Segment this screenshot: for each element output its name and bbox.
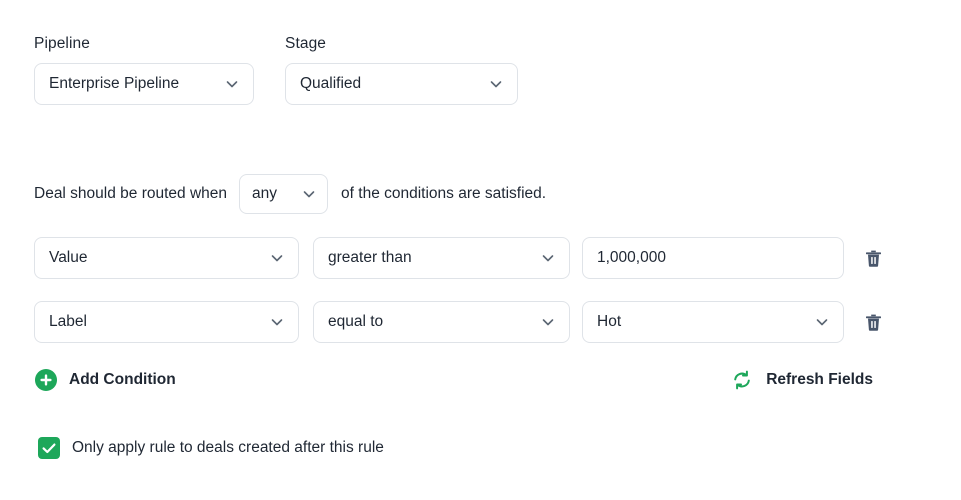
chevron-down-icon xyxy=(540,314,556,330)
condition-value-text: Hot xyxy=(597,313,622,330)
condition-operator-select[interactable]: equal to xyxy=(313,301,570,343)
chevron-down-icon xyxy=(814,314,830,330)
refresh-fields-label: Refresh Fields xyxy=(766,371,873,388)
condition-value-input[interactable]: 1,000,000 xyxy=(582,237,844,279)
condition-field-select[interactable]: Label xyxy=(34,301,299,343)
pipeline-select-value: Enterprise Pipeline xyxy=(49,75,180,92)
trash-icon xyxy=(865,249,882,268)
trash-icon xyxy=(865,313,882,332)
chevron-down-icon xyxy=(269,314,285,330)
condition-row: Value greater than 1,000,000 xyxy=(34,237,927,279)
chevron-down-icon xyxy=(269,250,285,266)
add-condition-button[interactable]: Add Condition xyxy=(34,368,176,392)
condition-value-text: 1,000,000 xyxy=(597,249,666,266)
pipeline-label: Pipeline xyxy=(34,35,90,52)
match-type-select-value: any xyxy=(252,185,278,202)
apply-to-new-deals-checkbox[interactable] xyxy=(38,437,60,459)
plus-circle-icon xyxy=(34,368,58,392)
condition-row: Label equal to Hot xyxy=(34,301,927,343)
stage-select[interactable]: Qualified xyxy=(285,63,518,105)
condition-field-select[interactable]: Value xyxy=(34,237,299,279)
condition-operator-value: equal to xyxy=(328,313,384,330)
condition-field-value: Value xyxy=(49,249,88,266)
apply-to-new-deals-label: Only apply rule to deals created after t… xyxy=(72,439,384,456)
pipeline-field-group: Pipeline Enterprise Pipeline xyxy=(34,34,254,105)
check-icon xyxy=(38,437,60,459)
chevron-down-icon xyxy=(301,186,317,202)
condition-value-select[interactable]: Hot xyxy=(582,301,844,343)
chevron-down-icon xyxy=(224,76,240,92)
condition-list: Value greater than 1,000,000 Label equal… xyxy=(34,237,927,343)
condition-actions-row: Add Condition Refresh Fields xyxy=(34,368,873,392)
delete-condition-button[interactable] xyxy=(862,246,884,270)
match-type-select[interactable]: any xyxy=(239,174,329,214)
condition-operator-select[interactable]: greater than xyxy=(313,237,570,279)
add-condition-label: Add Condition xyxy=(69,371,176,388)
condition-field-value: Label xyxy=(49,313,87,330)
rule-sentence-text-after: of the conditions are satisfied. xyxy=(341,185,547,202)
pipeline-select[interactable]: Enterprise Pipeline xyxy=(34,63,254,105)
rule-sentence: Deal should be routed when any of the co… xyxy=(34,174,546,214)
stage-field-group: Stage Qualified xyxy=(285,34,518,105)
chevron-down-icon xyxy=(540,250,556,266)
condition-operator-value: greater than xyxy=(328,249,412,266)
stage-select-value: Qualified xyxy=(300,75,362,92)
refresh-fields-button[interactable]: Refresh Fields xyxy=(731,369,873,391)
refresh-icon xyxy=(731,369,753,391)
delete-condition-button[interactable] xyxy=(862,310,884,334)
chevron-down-icon xyxy=(488,76,504,92)
stage-label: Stage xyxy=(285,35,327,52)
rule-sentence-text-before: Deal should be routed when xyxy=(34,185,228,202)
pipeline-stage-row: Pipeline Enterprise Pipeline Stage Quali… xyxy=(34,34,518,105)
apply-to-new-deals-row: Only apply rule to deals created after t… xyxy=(38,437,384,459)
routing-rule-form: Pipeline Enterprise Pipeline Stage Quali… xyxy=(0,0,961,500)
